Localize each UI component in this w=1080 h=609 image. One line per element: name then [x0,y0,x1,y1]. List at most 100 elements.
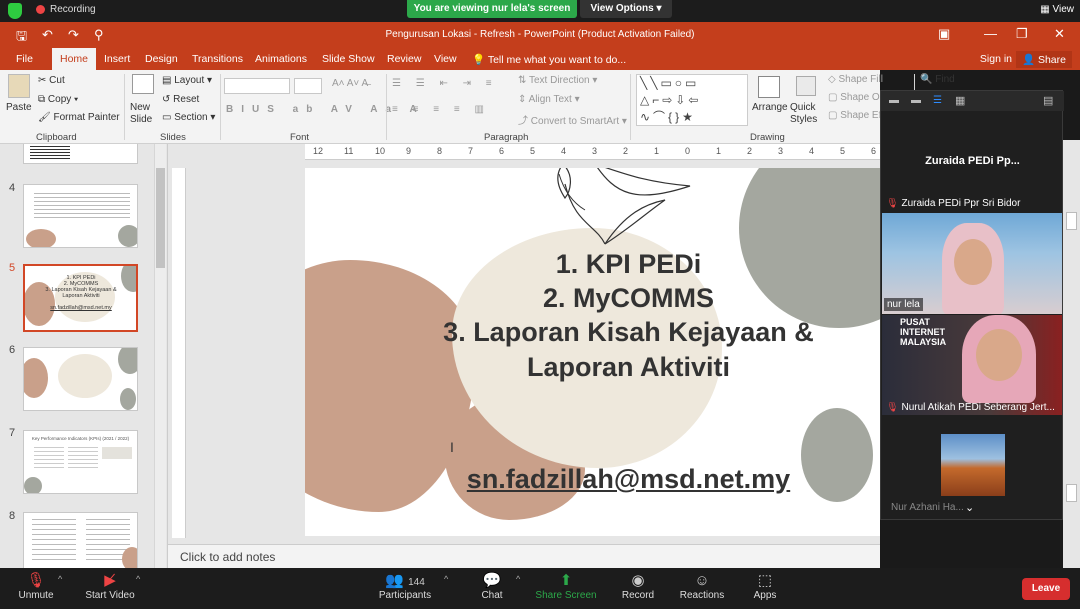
ruler-tick-label: 11 [344,146,354,156]
paste-button[interactable]: Paste [6,102,32,113]
security-shield-icon[interactable] [8,3,22,19]
participant-face-shape [954,239,992,285]
shapes-gallery[interactable]: ╲╲▭○▭ △⌐⇨⇩⇦ ∿⌒{}★ [636,74,748,126]
clipboard-group-label: Clipboard [36,132,77,143]
thumbs-scroll-thumb[interactable] [156,168,165,268]
share-button[interactable]: 👤 Share [1015,51,1072,68]
ribbon-display-icon[interactable]: ▣ [938,26,950,42]
font-group-label: Font [290,132,310,143]
find-button[interactable]: 🔍 Find [920,74,955,85]
zoom-top-bar: Recording You are viewing nur lela's scr… [0,0,1080,22]
list-icons[interactable]: ☰ ☰ ⇤ ⇥ ≡ [392,78,498,89]
muted-mic-icon: 🎙 [886,198,899,209]
participants-chevron-icon[interactable]: ^ [444,574,448,584]
paste-icon[interactable] [8,74,30,98]
paragraph-group-label: Paragraph [484,132,529,143]
slide-text-line-2[interactable]: 2. MyCOMMS [305,283,880,314]
minimize-panel-icon[interactable]: ▬ [889,95,899,106]
tab-insert[interactable]: Insert [104,53,130,65]
slide-text-line-3[interactable]: 3. Laporan Kisah Kejayaan & [305,317,880,348]
ruler-tick-label: 1 [654,146,660,156]
exit-panel-icon[interactable]: ▤ [1043,94,1053,107]
shape-effects-button[interactable]: ▢ Shape Ef [828,110,881,121]
font-name-input[interactable] [224,78,290,94]
arrange-button[interactable]: Arrange [752,102,788,113]
text-direction-button[interactable]: ⇅ Text Direction ▾ [518,75,597,86]
slide-thumb-3[interactable] [23,144,138,164]
view-button[interactable]: ▦ View [1040,4,1074,15]
font-size-input[interactable] [294,78,322,94]
video-options-chevron-icon[interactable]: ^ [136,574,140,584]
sign-in-link[interactable]: Sign in [980,53,1012,65]
tab-file[interactable]: File [16,53,33,65]
tell-me-box[interactable]: 💡 Tell me what you want to do... [472,53,626,66]
close-icon[interactable]: ✕ [1054,26,1065,42]
thumbs-scrollbar[interactable] [154,144,166,568]
quick-styles-button[interactable]: Quick Styles [790,102,824,126]
align-icons[interactable]: ≡ ≡ ≡ ≡ ▥ [392,104,490,115]
tab-animations[interactable]: Animations [255,53,307,65]
slide-number: 7 [9,427,16,439]
tab-transitions[interactable]: Transitions [192,53,243,65]
slide-email-link[interactable]: sn.fadzillah@msd.net.my [305,464,880,495]
apps-icon: ⬚ [757,572,773,589]
shape-outline-button[interactable]: ▢ Shape Ou [828,92,885,103]
current-slide[interactable]: 1. KPI PEDi 2. MyCOMMS 3. Laporan Kisah … [305,168,880,536]
audio-options-chevron-icon[interactable]: ^ [58,574,62,584]
section-button[interactable]: ▭ Section ▾ [162,112,215,123]
video-tile-nurul-atikah[interactable]: PUSAT INTERNET MALAYSIA [882,315,1062,415]
tab-review[interactable]: Review [387,53,421,65]
new-slide-button[interactable]: New Slide [130,102,156,126]
reset-button[interactable]: ↺ Reset [162,94,199,105]
layout-button[interactable]: ▤ Layout ▾ [162,75,212,86]
participants-button[interactable]: 👥 144 Participants [370,572,440,601]
recording-indicator: Recording [36,4,96,15]
grid-view-icon[interactable]: ▦ [955,94,965,107]
shape-fill-button[interactable]: ◇ Shape Fill [828,74,883,85]
cut-button[interactable]: ✂ Cut [38,75,65,86]
convert-smartart-button[interactable]: ⤴ Convert to SmartArt ▾ [518,112,627,127]
slide-number: 4 [9,182,16,194]
slide-thumb-8[interactable] [23,512,138,568]
tab-home[interactable]: Home [52,48,97,70]
ribbon-tabs: File Home Insert Design Transitions Anim… [0,48,1080,70]
view-options-button[interactable]: View Options ▾ [580,0,672,18]
restore-icon[interactable]: ❐ [1016,26,1028,42]
new-slide-icon[interactable] [132,74,154,94]
minimize-icon[interactable]: — [984,26,997,41]
quick-styles-icon[interactable] [796,76,816,96]
font-grow-icon[interactable]: A˄ A˅ A̶ [332,78,368,89]
align-text-button[interactable]: ⇕ Align Text ▾ [518,94,580,105]
ruler-tick-label: 1 [716,146,722,156]
drawing-group-label: Drawing [750,132,785,143]
tab-view[interactable]: View [434,53,457,65]
ruler-tick-label: 7 [468,146,474,156]
ruler-tick-label: 4 [809,146,815,156]
scroll-down-chevron-icon[interactable]: ⌄ [965,501,974,514]
notes-pane[interactable]: Click to add notes [168,544,880,568]
participant-face-shape [976,329,1022,381]
strip-view-icon[interactable]: ☰ [933,95,942,106]
record-button[interactable]: ◉ Record [602,572,674,601]
reactions-button[interactable]: ☺ Reactions [666,572,738,601]
slide-text-line-4[interactable]: Laporan Aktiviti [305,352,880,383]
tab-slide-show[interactable]: Slide Show [322,53,375,65]
participant-name-nur-lela: nur lela [884,298,923,311]
single-view-icon[interactable]: ▬ [911,95,921,106]
apps-button[interactable]: ⬚ Apps [729,572,801,601]
slide-thumb-5-selected[interactable]: 1. KPI PEDi 2. MyCOMMS 3. Laporan Kisah Ke… [23,264,138,332]
arrange-icon[interactable] [758,76,780,98]
video-tile-nur-lela[interactable]: nur lela [882,213,1062,314]
leave-button[interactable]: Leave [1022,578,1070,600]
slide-text-line-1[interactable]: 1. KPI PEDi [305,249,880,280]
slide-thumb-4[interactable] [23,184,138,248]
slide-thumb-6[interactable] [23,347,138,411]
chat-chevron-icon[interactable]: ^ [516,574,520,584]
format-painter-button[interactable]: 🖌 Format Painter [38,112,120,123]
ruler-tick-label: 9 [406,146,412,156]
copy-button[interactable]: ⧉ Copy ▾ [38,94,78,105]
slide-thumb-7[interactable]: Key Performance Indicators (KPIs) (2021 … [23,430,138,494]
text-cursor-icon: I [450,439,454,455]
tab-design[interactable]: Design [145,53,178,65]
share-screen-button[interactable]: ⬆ Share Screen [530,572,602,601]
